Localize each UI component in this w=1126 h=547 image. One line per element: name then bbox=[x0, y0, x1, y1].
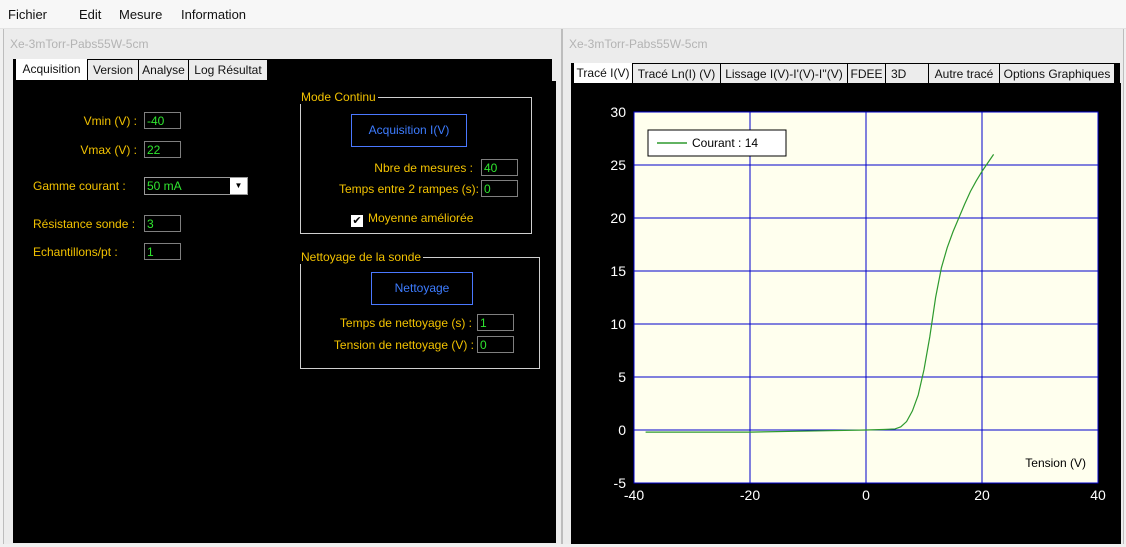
echantillons-input[interactable]: 1 bbox=[144, 243, 181, 260]
menu-information[interactable]: Information bbox=[181, 7, 246, 22]
y-tick-label: 10 bbox=[610, 316, 626, 332]
right-pane-title: Xe-3mTorr-Pabs55W-5cm bbox=[569, 37, 708, 51]
left-pane: Xe-3mTorr-Pabs55W-5cm Acquisition Versio… bbox=[3, 29, 562, 544]
y-tick-label: 20 bbox=[610, 210, 626, 226]
tab-log-resultat[interactable]: Log Résultat bbox=[189, 60, 267, 80]
y-tick-label: 25 bbox=[610, 157, 626, 173]
tension-nettoyage-label: Tension de nettoyage (V) : bbox=[333, 338, 474, 352]
y-tick-label: 5 bbox=[618, 369, 626, 385]
y-tick-label: -5 bbox=[614, 475, 627, 491]
legend-label: Courant : 14 bbox=[692, 136, 758, 150]
mode-continu-title: Mode Continu bbox=[299, 90, 378, 104]
left-tab-strip: Acquisition Version Analyse Log Résultat bbox=[13, 59, 552, 81]
nettoyage-button[interactable]: Nettoyage bbox=[371, 272, 473, 305]
x-tick-label: 0 bbox=[862, 487, 870, 503]
vmin-label: Vmin (V) : bbox=[83, 114, 137, 128]
acquisition-panel: Vmin (V) : -40 Vmax (V) : 22 Gamme coura… bbox=[13, 81, 556, 543]
tab-autre-trace[interactable]: Autre tracé bbox=[929, 64, 999, 83]
tab-options-graphiques[interactable]: Options Graphiques bbox=[1000, 64, 1114, 83]
chevron-down-icon[interactable]: ▼ bbox=[230, 178, 247, 194]
nettoyage-group: Nettoyage de la sonde Nettoyage Temps de… bbox=[299, 250, 540, 369]
menu-fichier[interactable]: Fichier bbox=[8, 7, 47, 22]
menu-mesure[interactable]: Mesure bbox=[119, 7, 162, 22]
tab-analyse[interactable]: Analyse bbox=[139, 60, 188, 80]
right-pane: Xe-3mTorr-Pabs55W-5cm Tracé I(V) Tracé L… bbox=[562, 29, 1124, 544]
y-tick-label: 0 bbox=[618, 422, 626, 438]
nbre-mesures-label: Nbre de mesures : bbox=[374, 161, 473, 175]
temps-nettoyage-label: Temps de nettoyage (s) : bbox=[339, 316, 472, 330]
menu-edit[interactable]: Edit bbox=[79, 7, 101, 22]
checkmark-icon[interactable]: ✔ bbox=[351, 215, 363, 227]
tab-fdee[interactable]: FDEE bbox=[848, 64, 885, 83]
left-pane-title: Xe-3mTorr-Pabs55W-5cm bbox=[10, 37, 149, 51]
right-tab-strip: Tracé I(V) Tracé Ln(I) (V) Lissage I(V)-… bbox=[571, 63, 1120, 83]
tab-trace-lni[interactable]: Tracé Ln(I) (V) bbox=[633, 64, 720, 83]
temps-nettoyage-input[interactable]: 1 bbox=[477, 314, 514, 331]
x-tick-label: -40 bbox=[624, 487, 644, 503]
resistance-sonde-input[interactable]: 3 bbox=[144, 215, 181, 232]
vmax-label: Vmax (V) : bbox=[80, 143, 137, 157]
tab-3d[interactable]: 3D bbox=[886, 64, 928, 83]
acquisition-iv-button[interactable]: Acquisition I(V) bbox=[351, 114, 467, 147]
nettoyage-title: Nettoyage de la sonde bbox=[299, 250, 424, 264]
tab-acquisition[interactable]: Acquisition bbox=[16, 59, 87, 80]
gamme-courant-value: 50 mA bbox=[147, 179, 182, 193]
x-axis-label: Tension (V) bbox=[1025, 456, 1086, 470]
resistance-sonde-label: Résistance sonde : bbox=[33, 217, 136, 231]
y-tick-label: 15 bbox=[610, 263, 626, 279]
moyenne-amelioree-checkbox[interactable]: ✔ Moyenne améliorée bbox=[351, 211, 473, 227]
temps-rampes-label: Temps entre 2 rampes (s): bbox=[338, 182, 479, 196]
tension-nettoyage-input[interactable]: 0 bbox=[477, 336, 514, 353]
echantillons-label: Echantillons/pt : bbox=[33, 245, 118, 259]
tab-version[interactable]: Version bbox=[88, 60, 138, 80]
tab-trace-iv[interactable]: Tracé I(V) bbox=[574, 63, 632, 83]
vmin-input[interactable]: -40 bbox=[144, 112, 181, 129]
vmax-input[interactable]: 22 bbox=[144, 141, 181, 158]
tab-lissage[interactable]: Lissage I(V)-I'(V)-I''(V) bbox=[721, 64, 847, 83]
nbre-mesures-input[interactable]: 40 bbox=[481, 159, 518, 176]
iv-plot-area: -40 -20 0 20 40 -5 0 5 10 15 20 25 30 Courant : 14 Ten… bbox=[571, 83, 1121, 544]
x-tick-label: 20 bbox=[974, 487, 990, 503]
iv-chart: -40 -20 0 20 40 -5 0 5 10 15 20 25 30 Courant : 14 Ten… bbox=[610, 104, 1106, 503]
menu-bar: Fichier Edit Mesure Information bbox=[0, 0, 1126, 29]
x-tick-label: 40 bbox=[1090, 487, 1106, 503]
x-tick-label: -20 bbox=[740, 487, 760, 503]
y-tick-label: 30 bbox=[610, 104, 626, 120]
gamme-courant-select[interactable]: 50 mA ▼ bbox=[144, 177, 248, 195]
moyenne-amelioree-label: Moyenne améliorée bbox=[368, 211, 474, 225]
temps-rampes-input[interactable]: 0 bbox=[481, 180, 518, 197]
gamme-courant-label: Gamme courant : bbox=[33, 179, 126, 193]
mode-continu-group: Mode Continu Acquisition I(V) Nbre de me… bbox=[299, 90, 532, 234]
